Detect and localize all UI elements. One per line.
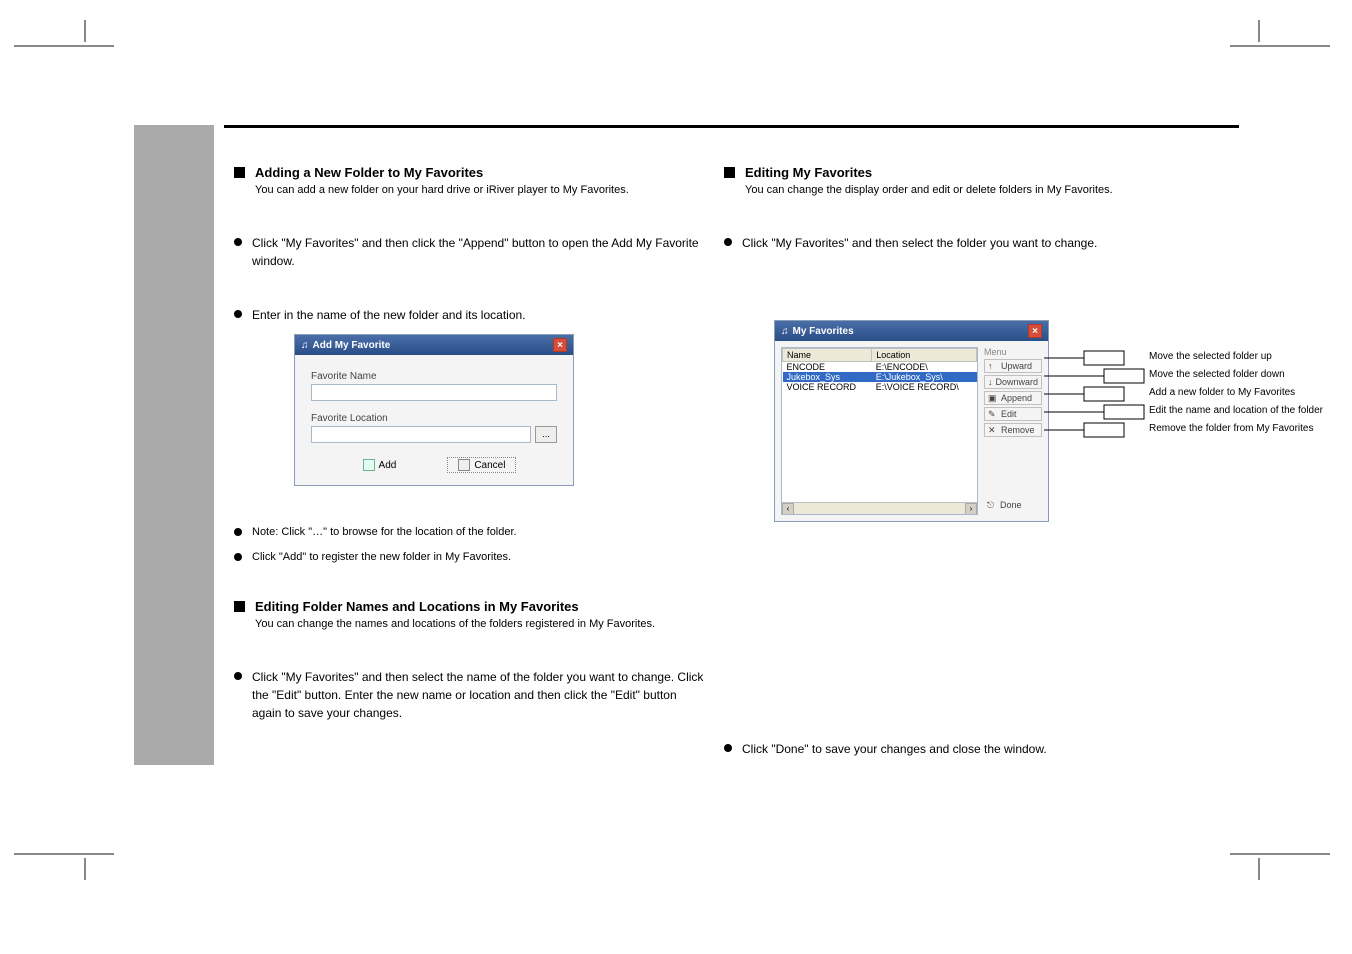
upward-button[interactable]: ↑Upward [984, 359, 1042, 373]
table-row[interactable]: Jukebox_Sys E:\Jukebox_Sys\ [783, 372, 977, 382]
callout-downward: Move the selected folder down [1149, 366, 1349, 384]
heading-text: Adding a New Folder to My Favorites [255, 165, 629, 180]
right-bullet-1: Click "My Favorites" and then select the… [724, 234, 1194, 252]
done-icon: ⎋ [987, 500, 997, 510]
bullet-icon [234, 672, 242, 680]
bullet-text: Click "Done" to save your changes and cl… [742, 740, 1047, 758]
bullet-text: Enter in the name of the new folder and … [252, 306, 526, 324]
bullet-icon [234, 310, 242, 318]
bullet-text: Click "My Favorites" and then select the… [742, 234, 1097, 252]
menu-label: Menu [984, 347, 1042, 357]
favorite-name-label: Favorite Name [311, 371, 557, 382]
bullet-text: Click "My Favorites" and then click the … [252, 234, 704, 270]
add-favorite-dialog: ♫ Add My Favorite × Favorite Name Favorit… [294, 334, 574, 486]
square-bullet-icon [234, 601, 245, 612]
heading-subtext: You can change the display order and edi… [745, 184, 1113, 196]
heading-edit-folder: Editing Folder Names and Locations in My… [234, 599, 704, 630]
callout-remove: Remove the folder from My Favorites [1149, 420, 1349, 438]
my-favorites-dialog: ♫My Favorites × Name Location ENCODE E: [774, 320, 1049, 522]
close-icon[interactable]: × [1028, 324, 1042, 338]
column-header-location[interactable]: Location [872, 349, 977, 362]
dialog-title: Add My Favorite [313, 340, 391, 351]
table-row[interactable]: VOICE RECORD E:\VOICE RECORD\ [783, 382, 977, 392]
dialog-titlebar: ♫ Add My Favorite × [295, 335, 573, 355]
add-button-label: Add [379, 460, 397, 471]
bullet-icon [234, 238, 242, 246]
callout-edit: Edit the name and location of the folder [1149, 402, 1349, 420]
note-2: Click "Add" to register the new folder i… [234, 549, 704, 566]
favorite-name-input[interactable] [311, 384, 557, 401]
scroll-right-icon[interactable]: › [965, 503, 977, 515]
favorite-location-label: Favorite Location [311, 413, 557, 424]
heading-editing-favorites: Editing My Favorites You can change the … [724, 165, 1194, 196]
note-text: Note: Click "…" to browse for the locati… [252, 524, 517, 541]
bullet-3: Click "My Favorites" and then select the… [234, 668, 704, 722]
heading-subtext: You can add a new folder on your hard dr… [255, 184, 629, 196]
bullet-1: Click "My Favorites" and then click the … [234, 234, 704, 270]
arrow-up-icon: ↑ [988, 361, 998, 371]
browse-button[interactable]: ... [535, 426, 557, 443]
scroll-left-icon[interactable]: ‹ [782, 503, 794, 515]
downward-button[interactable]: ↓Downward [984, 375, 1042, 389]
heading-text: Editing Folder Names and Locations in My… [255, 599, 655, 614]
callout-upward: Move the selected folder up [1149, 348, 1349, 366]
bullet-icon [724, 238, 732, 246]
remove-button[interactable]: ✕Remove [984, 423, 1042, 437]
cancel-button-label: Cancel [474, 460, 505, 471]
left-sidebar-block [134, 125, 214, 765]
heading-subtext: You can change the names and locations o… [255, 618, 655, 630]
music-note-icon: ♫ [781, 326, 789, 337]
square-bullet-icon [724, 167, 735, 178]
column-header-name[interactable]: Name [783, 349, 872, 362]
favorite-location-input[interactable] [311, 426, 531, 443]
append-icon: ▣ [988, 393, 998, 403]
music-note-icon: ♫ [301, 340, 309, 351]
callout-append: Add a new folder to My Favorites [1149, 384, 1349, 402]
remove-icon: ✕ [988, 425, 998, 435]
append-button[interactable]: ▣Append [984, 391, 1042, 405]
dialog-titlebar: ♫ My Favorites × [775, 321, 1048, 341]
arrow-down-icon: ↓ [988, 377, 993, 387]
table-row[interactable]: ENCODE E:\ENCODE\ [783, 362, 977, 373]
heading-text: Editing My Favorites [745, 165, 1113, 180]
top-horizontal-rule [224, 125, 1239, 128]
note-1: Note: Click "…" to browse for the locati… [234, 524, 704, 541]
done-button[interactable]: ⎋Done [984, 499, 1042, 511]
bullet-text: Click "My Favorites" and then select the… [252, 668, 704, 722]
horizontal-scrollbar[interactable]: ‹ › [782, 502, 977, 514]
close-icon[interactable]: × [553, 338, 567, 352]
edit-icon: ✎ [988, 409, 998, 419]
bullet-icon [234, 528, 242, 536]
edit-button[interactable]: ✎Edit [984, 407, 1042, 421]
bullet-icon [724, 744, 732, 752]
dialog-title: My Favorites [793, 326, 854, 337]
favorites-list[interactable]: Name Location ENCODE E:\ENCODE\ Jukebox_… [781, 347, 978, 515]
cancel-button[interactable]: Cancel [447, 457, 516, 473]
add-button[interactable]: Add [352, 457, 408, 473]
square-bullet-icon [234, 167, 245, 178]
right-bullet-2: Click "Done" to save your changes and cl… [724, 740, 1194, 758]
bullet-2: Enter in the name of the new folder and … [234, 306, 704, 324]
note-text: Click "Add" to register the new folder i… [252, 549, 511, 566]
heading-add-folder: Adding a New Folder to My Favorites You … [234, 165, 704, 196]
add-icon [363, 459, 375, 471]
bullet-icon [234, 553, 242, 561]
cancel-icon [458, 459, 470, 471]
